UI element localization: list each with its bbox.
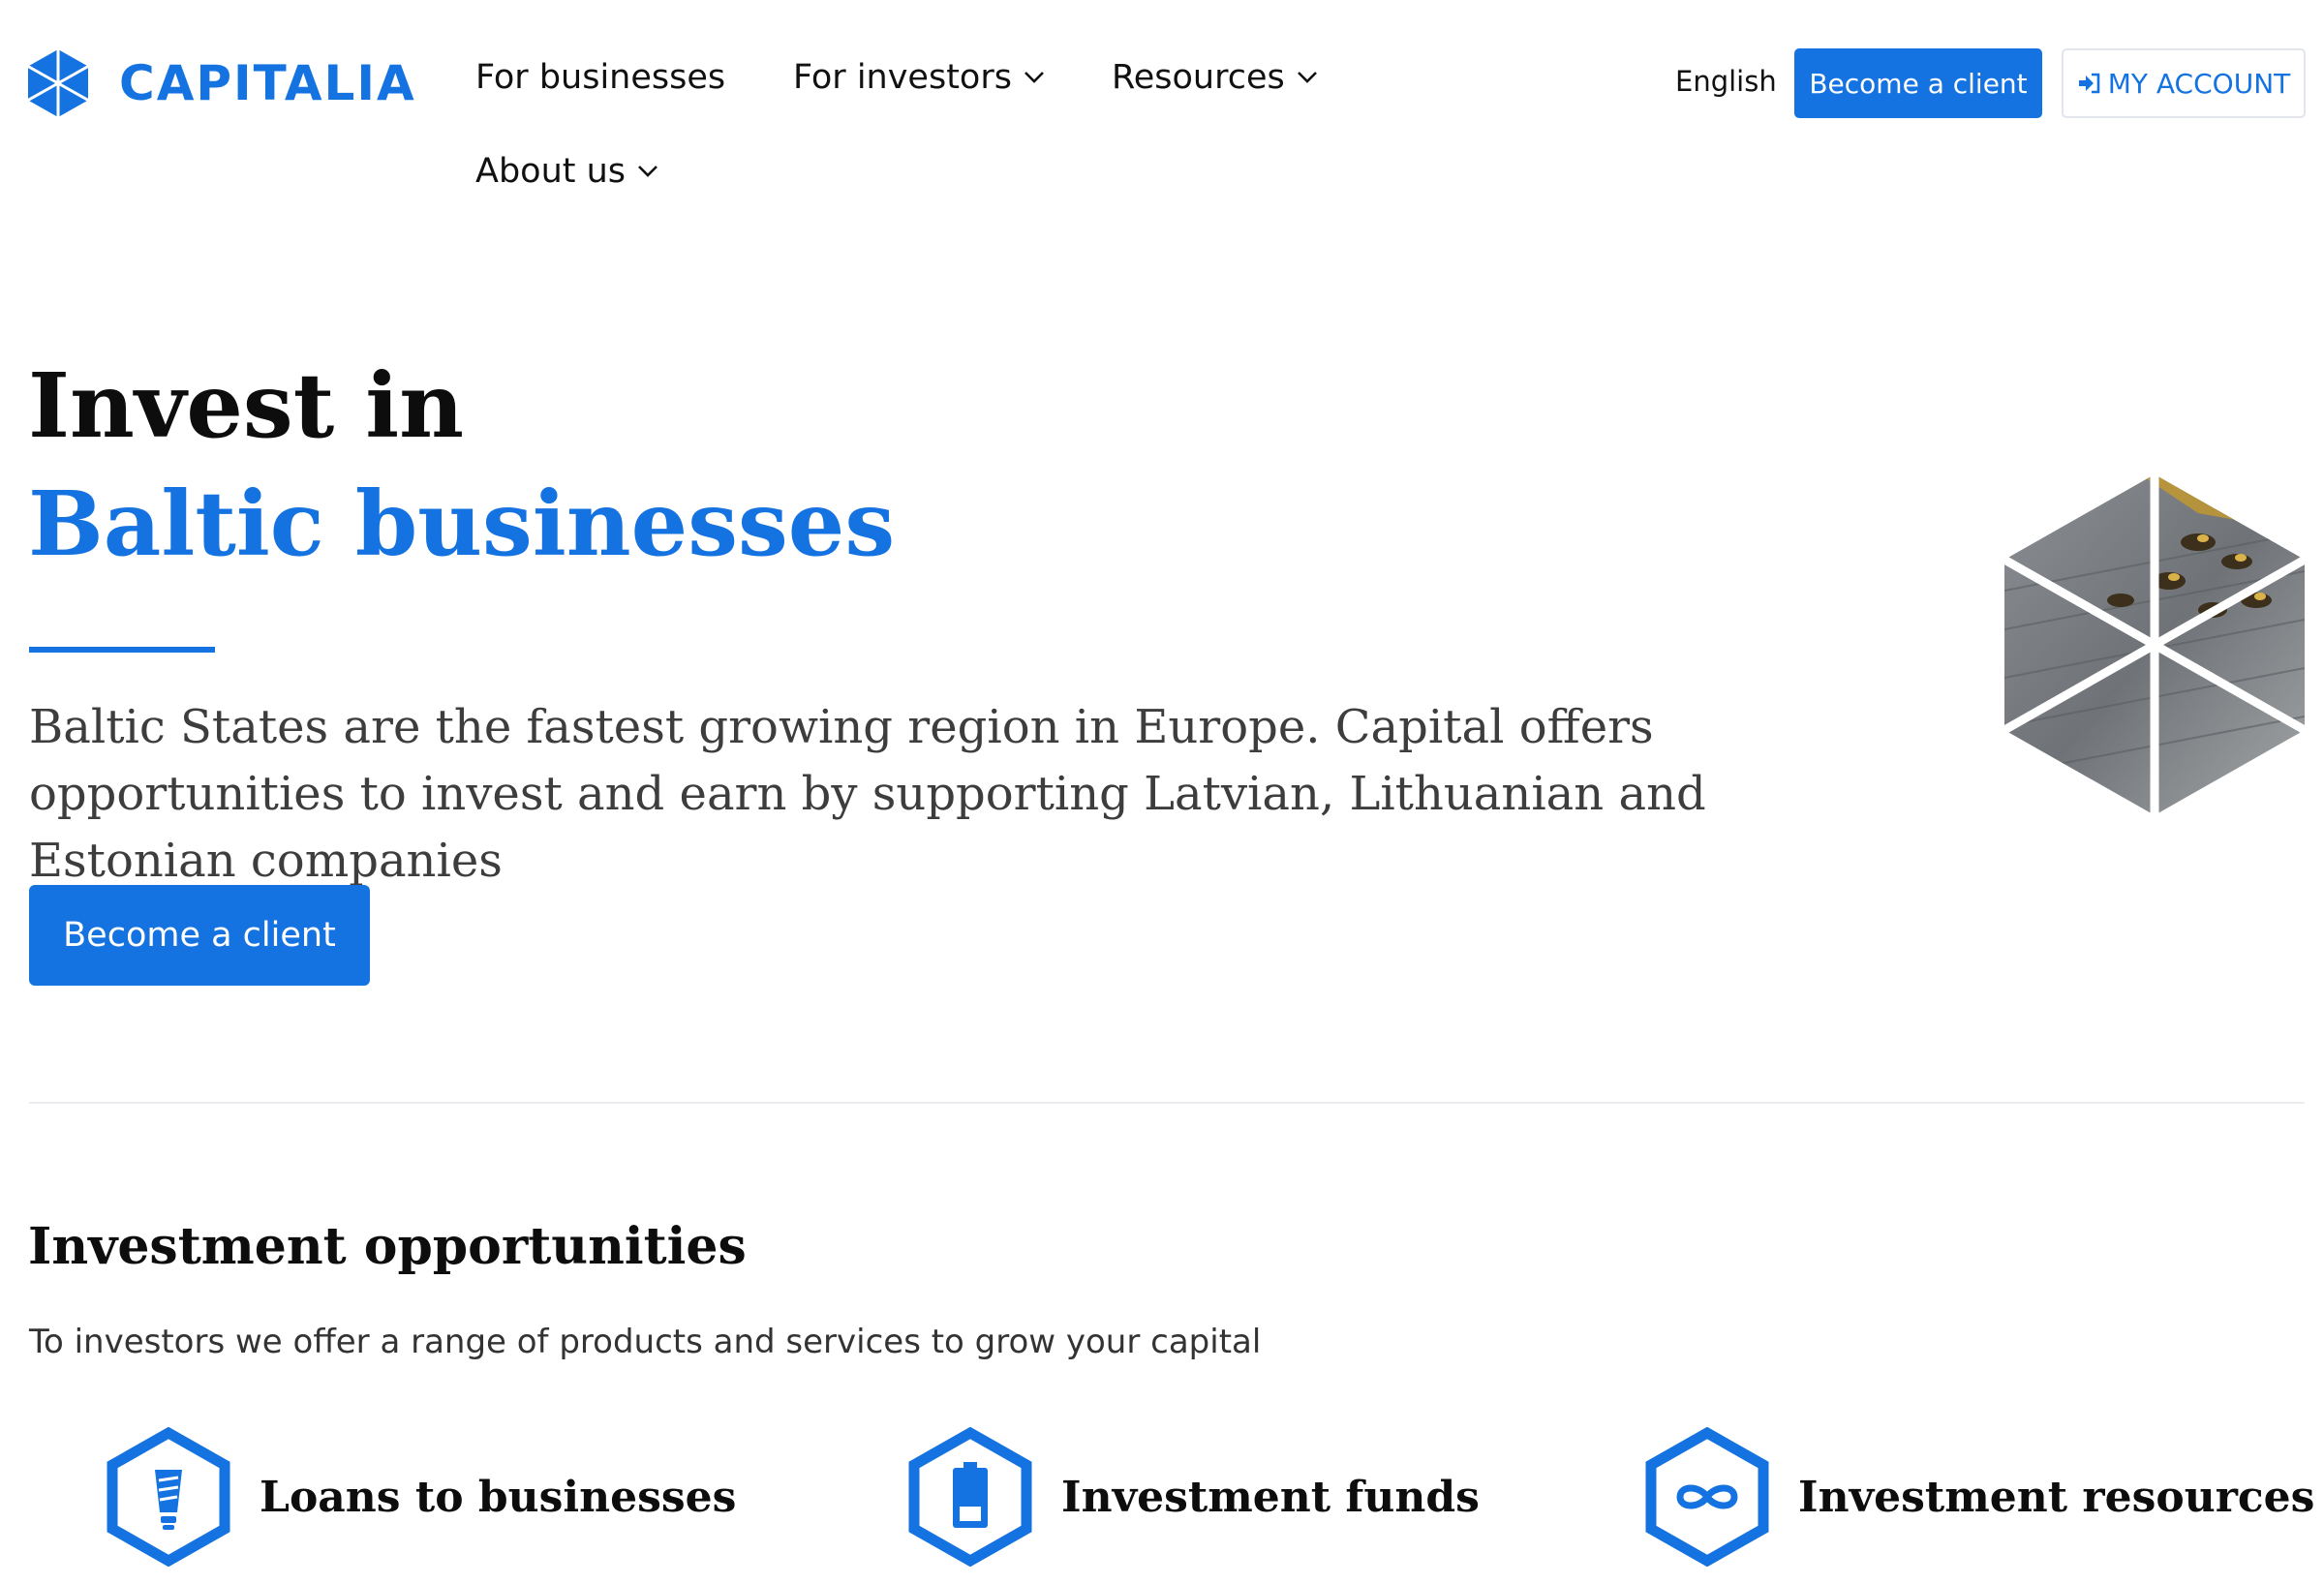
infinity-icon bbox=[1645, 1427, 1769, 1567]
my-account-label: MY ACCOUNT bbox=[2107, 67, 2291, 100]
nav-for-investors[interactable]: For investors bbox=[793, 58, 1045, 97]
chevron-down-icon bbox=[638, 166, 657, 177]
logo-text: CAPITALIA bbox=[119, 55, 416, 111]
battery-icon bbox=[908, 1427, 1032, 1567]
feature-label: Investment resources bbox=[1798, 1472, 2315, 1522]
hero-description: Baltic States are the fastest growing re… bbox=[29, 700, 1706, 888]
capitalia-logo-icon bbox=[28, 49, 88, 117]
my-account-button[interactable]: MY ACCOUNT bbox=[2062, 48, 2306, 118]
language-selector[interactable]: English bbox=[1675, 65, 1777, 98]
section-subtitle: To investors we offer a range of product… bbox=[29, 1323, 1262, 1361]
chevron-down-icon bbox=[1297, 72, 1317, 83]
nav-for-businesses[interactable]: For businesses bbox=[475, 58, 725, 97]
nav-about-us-label: About us bbox=[475, 152, 627, 191]
hero-title-line2: Baltic businesses bbox=[28, 472, 896, 576]
nav-for-businesses-label: For businesses bbox=[475, 58, 726, 97]
lightbulb-icon bbox=[107, 1427, 230, 1567]
sign-in-icon bbox=[2078, 73, 2100, 94]
nav-resources[interactable]: Resources bbox=[1112, 58, 1318, 97]
section-divider bbox=[29, 1102, 2305, 1104]
feature-investment-funds[interactable]: Investment funds bbox=[908, 1427, 1480, 1567]
feature-label: Investment funds bbox=[1061, 1472, 1480, 1522]
chevron-down-icon bbox=[1024, 72, 1044, 83]
hero-title-line1: Invest in bbox=[28, 353, 465, 458]
feature-investment-resources[interactable]: Investment resources bbox=[1645, 1427, 2314, 1567]
nav-about-us[interactable]: About us bbox=[475, 152, 658, 191]
hero-hexagon-image bbox=[2004, 474, 2305, 815]
site-header: CAPITALIA For businesses For investors R… bbox=[0, 0, 2324, 223]
hero-accent-rule bbox=[29, 647, 215, 653]
become-client-hero-button[interactable]: Become a client bbox=[29, 885, 370, 986]
feature-label: Loans to businesses bbox=[260, 1472, 737, 1522]
section-title: Investment opportunities bbox=[28, 1217, 747, 1276]
logo[interactable]: CAPITALIA bbox=[28, 49, 416, 117]
nav-resources-label: Resources bbox=[1112, 58, 1285, 97]
become-client-header-button[interactable]: Become a client bbox=[1794, 48, 2042, 118]
feature-loans-to-businesses[interactable]: Loans to businesses bbox=[107, 1427, 736, 1567]
nav-for-investors-label: For investors bbox=[793, 58, 1012, 97]
